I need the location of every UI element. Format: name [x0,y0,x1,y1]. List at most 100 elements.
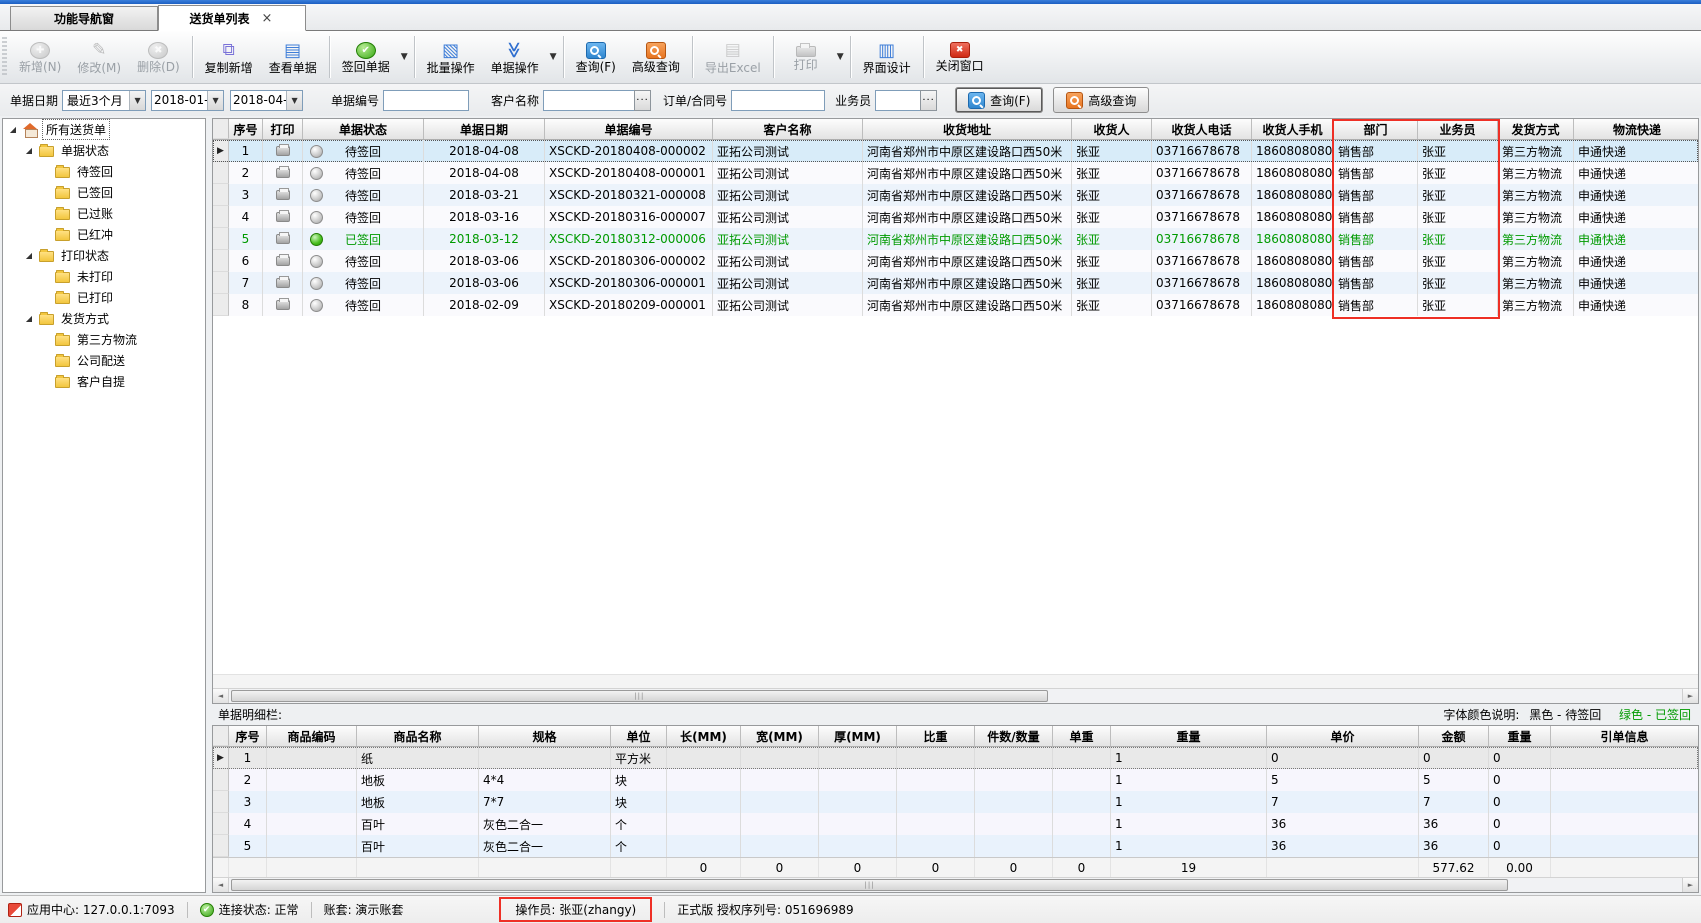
date-from-select[interactable]: 2018-01-25 ▼ [151,90,224,111]
cell-price: 0 [1267,747,1419,769]
scrollbar-thumb[interactable] [231,690,1048,702]
total-ratio: 0 [897,858,975,877]
folder-icon [39,314,54,325]
scroll-right-icon[interactable]: ► [1682,878,1698,892]
dropdown-arrow-icon[interactable]: ▼ [399,52,410,62]
toolbar-separator [192,36,193,78]
tree-item-label: 公司配送 [74,351,128,370]
column-header: 重量 [1489,726,1551,746]
total-name [357,858,479,877]
total-amt: 577.62 [1419,858,1489,877]
scrollbar-thumb[interactable] [231,879,1508,891]
tree-expander-icon[interactable]: ◢ [23,146,35,155]
order-no-input[interactable] [731,90,825,111]
tree-item-label: 客户自提 [74,372,128,391]
cell-print[interactable] [263,272,303,294]
salesman-browse-button[interactable]: ··· [920,90,937,111]
chevron-down-icon[interactable]: ▼ [286,91,302,110]
cell-date: 2018-03-06 [424,250,545,272]
detail-row[interactable]: 3地板7*7块1770 [213,791,1698,813]
cell-date: 2018-03-12 [424,228,545,250]
orders-grid-hscrollbar[interactable]: ◄ ► [213,688,1698,703]
statusbar-separator [311,902,312,918]
tree-item[interactable]: 待签回 [3,161,205,182]
cell-print[interactable] [263,294,303,316]
order-row[interactable]: 5已签回2018-03-12XSCKD-20180312-000006亚拓公司测… [213,228,1698,250]
order-row[interactable]: 8待签回2018-02-09XSCKD-20180209-000001亚拓公司测… [213,294,1698,316]
scroll-left-icon[interactable]: ◄ [213,689,229,703]
cell-print[interactable] [263,162,303,184]
tree-expander-icon[interactable]: ◢ [23,314,35,323]
tree-item[interactable]: 公司配送 [3,350,205,371]
tree-item-all-delivery-orders[interactable]: ◢ 所有送货单 [3,119,205,140]
detail-row[interactable]: ▶1纸平方米1000 [213,747,1698,769]
date-to-select[interactable]: 2018-04-25 ▼ [230,90,303,111]
column-header: 比重 [897,726,975,746]
tree-group-2[interactable]: ◢发货方式 [3,308,205,329]
row-indicator [213,206,229,228]
tab-function-nav[interactable]: 功能导航窗 [10,6,158,30]
scroll-right-icon[interactable]: ► [1682,689,1698,703]
view-doc-button[interactable]: 查看单据 [261,34,325,81]
customer-browse-button[interactable]: ··· [634,90,651,111]
sign-back-button[interactable]: 签回单据 [334,34,398,81]
customer-input[interactable] [543,90,635,111]
row-indicator-header [213,119,229,139]
tree-item-label: 所有送货单 [42,119,110,140]
query-button[interactable]: 查询(F) [955,87,1043,113]
copy-new-button[interactable]: 复制新增 [197,34,261,81]
cell-print[interactable] [263,228,303,250]
scroll-left-icon[interactable]: ◄ [213,878,229,892]
tree-group-label: 单据状态 [58,141,112,160]
ui-design-button[interactable]: 界面设计 [855,34,919,81]
column-header: 部门 [1334,119,1418,139]
tree-item[interactable]: 已红冲 [3,224,205,245]
tree-item[interactable]: 已打印 [3,287,205,308]
adv-query-button[interactable]: 高级查询 [1053,87,1149,113]
cell-len [667,835,741,857]
batch-ops-button[interactable]: 批量操作 [419,34,483,81]
order-row[interactable]: ▶1待签回2018-04-08XSCKD-20180408-000002亚拓公司… [213,140,1698,162]
tree-item-label: 未打印 [74,267,116,286]
order-row[interactable]: 7待签回2018-03-06XSCKD-20180306-000001亚拓公司测… [213,272,1698,294]
tree-item[interactable]: 未打印 [3,266,205,287]
adv-query-button[interactable]: 高级查询 [624,34,688,81]
chevron-down-icon[interactable]: ▼ [129,91,145,110]
detail-row[interactable]: 5百叶灰色二合一个136360 [213,835,1698,857]
main-area: 序号打印单据状态单据日期单据编号客户名称收货地址收货人收货人电话收货人手机部门业… [212,118,1699,893]
cell-consignee: 张亚 [1072,250,1152,272]
cell-print[interactable] [263,250,303,272]
order-row[interactable]: 4待签回2018-03-16XSCKD-20180316-000007亚拓公司测… [213,206,1698,228]
tree-item[interactable]: 客户自提 [3,371,205,392]
tree-group-1[interactable]: ◢打印状态 [3,245,205,266]
order-row[interactable]: 3待签回2018-03-21XSCKD-20180321-000008亚拓公司测… [213,184,1698,206]
dropdown-arrow-icon[interactable]: ▼ [548,52,559,62]
cell-uw [1053,835,1111,857]
order-row[interactable]: 6待签回2018-03-06XSCKD-20180306-000002亚拓公司测… [213,250,1698,272]
order-row[interactable]: 2待签回2018-04-08XSCKD-20180408-000001亚拓公司测… [213,162,1698,184]
tab-function-nav-label: 功能导航窗 [54,10,114,27]
tab-delivery-order-list[interactable]: 送货单列表 × [158,5,306,31]
tree-group-0[interactable]: ◢ 单据状态 [3,140,205,161]
detail-row[interactable]: 4百叶灰色二合一个136360 [213,813,1698,835]
chevron-down-icon[interactable]: ▼ [207,91,223,110]
tree-expander-icon[interactable]: ◢ [23,251,35,260]
detail-row[interactable]: 2地板4*4块1550 [213,769,1698,791]
query-button[interactable]: 查询(F) [568,34,624,81]
tree-item[interactable]: 已过账 [3,203,205,224]
salesman-input[interactable] [875,90,921,111]
tree-item[interactable]: 已签回 [3,182,205,203]
detail-grid-hscrollbar[interactable]: ◄ ► [213,877,1698,892]
close-window-button[interactable]: 关闭窗口 [928,34,992,81]
cell-print[interactable] [263,184,303,206]
cell-print[interactable] [263,140,303,162]
cell-status: 待签回 [303,206,424,228]
tree-expander-icon[interactable]: ◢ [7,125,19,134]
doc-no-input[interactable] [383,90,469,111]
tree-item[interactable]: 第三方物流 [3,329,205,350]
doc-ops-button[interactable]: 单据操作 [483,34,547,81]
close-tab-icon[interactable]: × [260,11,275,26]
cell-print[interactable] [263,206,303,228]
cell-code: XSCKD-20180306-000002 [545,250,713,272]
date-range-select[interactable]: 最近3个月 ▼ [62,90,146,111]
